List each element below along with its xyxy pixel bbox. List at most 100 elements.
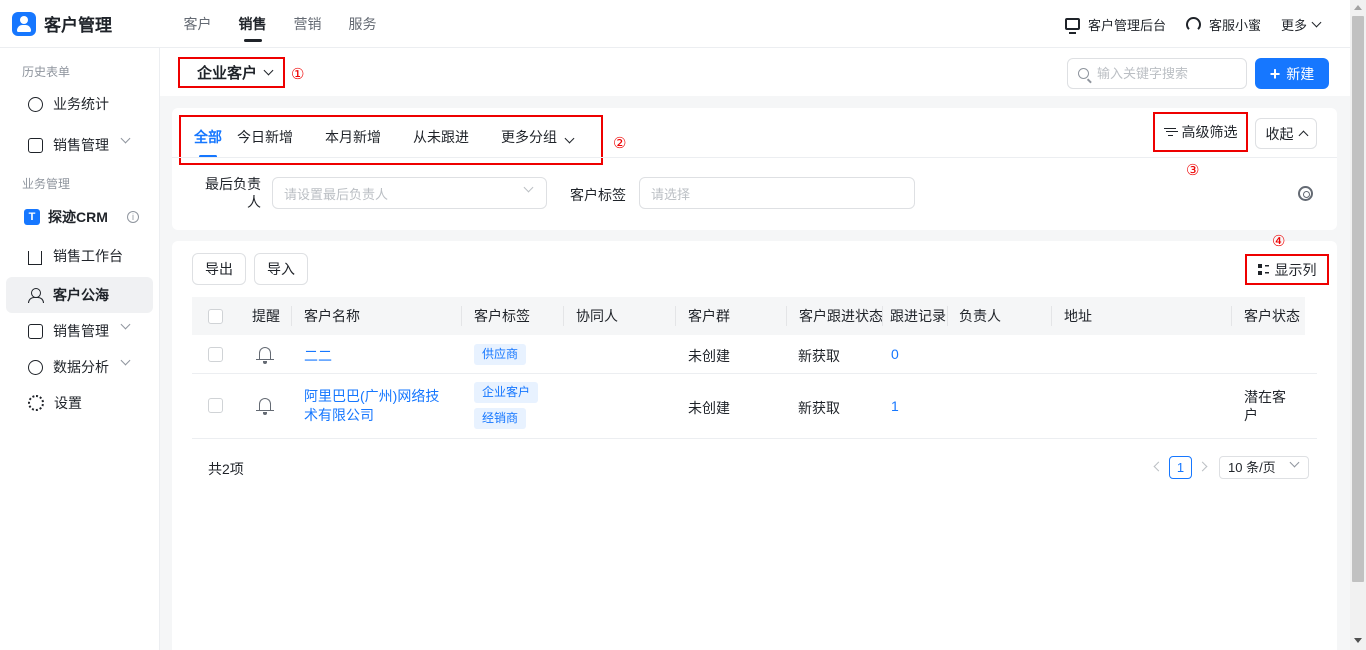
customer-group: 未创建 [688,400,730,416]
table-card: 导出 导入 ④ 显示列 提醒 客户名称 客户标签 协同人 客户群 客户跟进状态 … [172,232,1337,650]
chevron-down-icon [263,65,274,76]
page-size-label: 10 条/页 [1228,460,1276,475]
nav-customer[interactable]: 客户 [170,0,225,48]
customer-status-line2: 户 [1244,407,1258,423]
customer-tag-select[interactable]: 请选择 [639,177,915,209]
columns-icon [1257,264,1269,275]
form-icon [28,137,43,153]
tab-more-groups[interactable]: 更多分组 [501,127,575,147]
bell-icon[interactable] [256,347,274,364]
customer-status: 潜在客户 [1244,388,1286,424]
collapse-button[interactable]: 收起 [1255,118,1317,149]
column-header-group: 客户群 [688,308,730,324]
more-label: 更多 [1280,17,1307,33]
column-separator [461,306,462,326]
last-owner-label: 最后负责人 [203,175,261,211]
nav-marketing[interactable]: 营销 [280,0,335,48]
app-title: 客户管理 [44,16,112,35]
tab-never-followed[interactable]: 从未跟进 [413,127,469,147]
column-header-records: 跟进记录 [890,308,946,324]
column-separator [291,306,292,326]
new-button[interactable]: + 新建 [1255,58,1329,89]
gear-icon [28,395,44,411]
scrollbar-thumb[interactable] [1352,16,1364,582]
column-header-name: 客户名称 [304,308,360,324]
page-1-button[interactable]: 1 [1169,456,1192,479]
column-separator [675,306,676,326]
sidebar-item-sales-management[interactable]: 销售管理 [6,127,153,163]
display-columns-button[interactable]: 显示列 [1245,254,1329,285]
search-input[interactable] [1097,66,1237,81]
monitor-icon [1064,18,1080,34]
customer-name-link[interactable]: 阿里巴巴(广州)网络技 术有限公司 [304,387,439,425]
sidebar-item-public-pool[interactable]: 客户公海 [6,277,153,313]
column-header-owner: 负责人 [959,308,1001,324]
view-selector-label: 企业客户 [197,65,258,82]
customer-tag: 经销商 [474,408,527,429]
sidebar-item-label: 销售工作台 [53,248,123,264]
follow-record-count[interactable]: 0 [891,346,899,362]
last-owner-label-line2: 人 [247,194,261,210]
import-button[interactable]: 导入 [254,253,308,285]
sidebar-item-crm[interactable]: T 探迹CRM i [6,199,153,235]
follow-record-count[interactable]: 1 [891,398,899,414]
tab-today-new[interactable]: 今日新增 [237,127,293,147]
chevron-up-icon [1298,130,1308,141]
customer-support-link[interactable]: 客服小蜜 [1185,15,1261,34]
app-logo[interactable]: 客户管理 [12,11,162,36]
row-checkbox[interactable] [208,347,223,362]
view-selector[interactable]: 企业客户 [178,57,285,88]
column-header-follow-status: 客户跟进状态 [799,308,883,324]
user-icon [28,287,44,303]
admin-console-link[interactable]: 客户管理后台 [1064,15,1166,34]
sidebar-item-data-analysis[interactable]: 数据分析 [6,349,153,385]
nav-service[interactable]: 服务 [335,0,390,48]
row-divider [192,438,1317,439]
sidebar-item-settings[interactable]: 设置 [6,385,153,421]
chevron-left-icon[interactable] [1153,461,1164,472]
export-button[interactable]: 导出 [192,253,246,285]
annotation-1: ① [291,65,305,83]
sidebar-item-workbench[interactable]: 销售工作台 [6,238,153,274]
page-size-select[interactable]: 10 条/页 [1219,456,1309,479]
select-all-checkbox[interactable] [208,309,223,324]
advanced-filter-label: 高级筛选 [1181,124,1238,140]
customer-support-label: 客服小蜜 [1208,17,1261,33]
follow-status: 新获取 [798,348,840,364]
customer-name-link[interactable]: 二二 [304,346,332,366]
column-header-collaborator: 协同人 [576,308,618,324]
display-columns-label: 显示列 [1274,261,1317,278]
row-checkbox[interactable] [208,398,223,413]
scroll-down-arrow-icon[interactable] [1354,638,1362,643]
bell-icon[interactable] [256,398,274,415]
last-owner-select[interactable]: 请设置最后负责人 [272,177,547,209]
tab-month-new[interactable]: 本月新增 [325,127,381,147]
last-owner-label-line1: 最后负责 [205,176,261,192]
nav-sales[interactable]: 销售 [225,0,280,48]
sidebar-item-sales-management-2[interactable]: 销售管理 [6,313,153,349]
annotation-4: ④ [1272,232,1286,250]
settings-icon[interactable] [1298,186,1313,201]
pie-chart-icon [28,96,43,112]
collapse-label: 收起 [1265,125,1294,142]
headset-icon [1185,16,1201,32]
follow-status: 新获取 [798,400,840,416]
more-menu[interactable]: 更多 [1280,15,1322,34]
chevron-down-icon [120,355,131,366]
sidebar: 历史表单 业务统计 销售管理 业务管理 T 探迹CRM i 销售工作台 客户公海… [0,48,160,650]
total-count: 共2项 [208,461,244,477]
sidebar-item-business-stats[interactable]: 业务统计 [6,86,153,122]
info-icon[interactable]: i [127,211,139,223]
advanced-filter-button[interactable]: 高级筛选 [1153,112,1248,152]
sidebar-item-label: 业务统计 [53,96,109,112]
table-header: 提醒 客户名称 客户标签 协同人 客户群 客户跟进状态 跟进记录 负责人 地址 … [192,297,1305,335]
customer-tag-label: 客户标签 [570,187,626,203]
filter-card: 全部 今日新增 本月新增 从未跟进 更多分组 ② 高级筛选 ③ 收起 最后负责人… [172,108,1337,230]
crm-logo-icon: T [24,209,40,225]
search-box[interactable] [1067,58,1247,89]
scroll-up-arrow-icon[interactable] [1354,5,1362,10]
chevron-right-icon[interactable] [1197,461,1208,472]
column-separator [947,306,948,326]
tab-all[interactable]: 全部 [194,127,222,158]
customer-name-line1: 阿里巴巴(广州)网络技 [304,388,440,404]
